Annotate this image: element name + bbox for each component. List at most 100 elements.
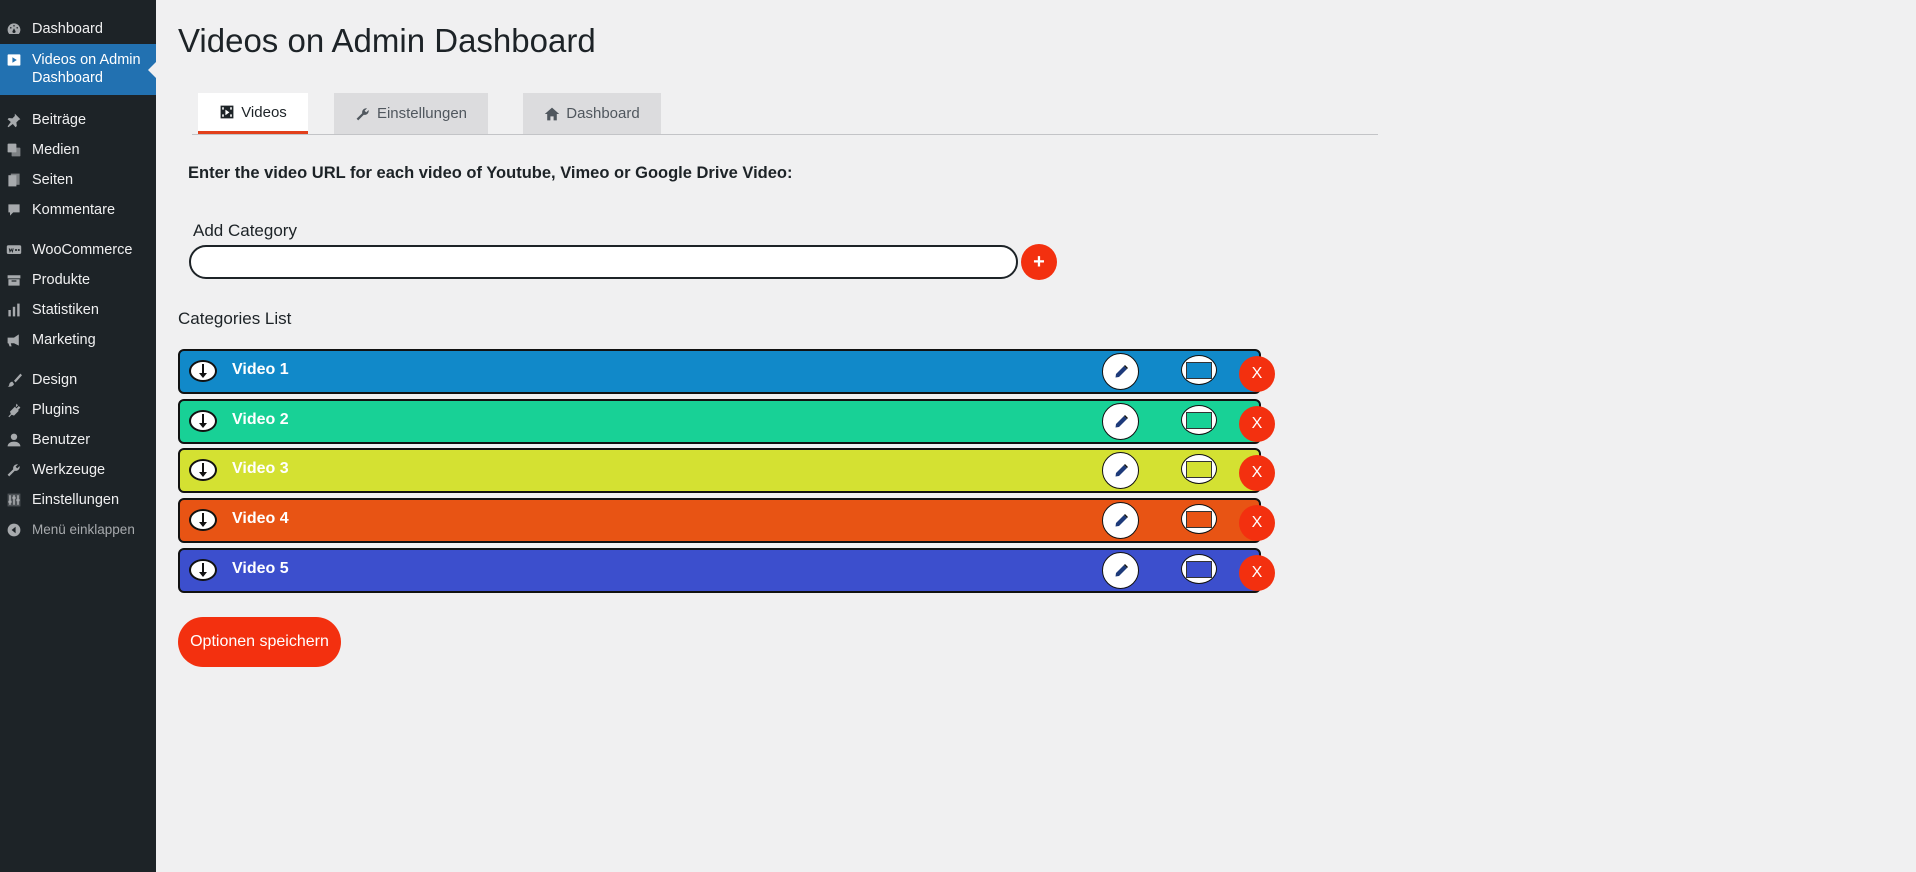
category-bar (178, 448, 1261, 493)
sidebar-item-label: Design (32, 372, 78, 388)
drag-handle-icon[interactable] (189, 509, 217, 531)
sidebar-item-label: Marketing (32, 332, 96, 348)
sidebar-item-design[interactable]: Design (0, 365, 156, 395)
delete-button[interactable]: X (1239, 406, 1275, 442)
category-name: Video 5 (232, 560, 289, 577)
sidebar-item-label: Plugins (32, 402, 80, 418)
category-name: Video 1 (232, 361, 289, 378)
category-row: Video 2 X (178, 399, 1275, 444)
admin-sidebar: Dashboard Videos on Admin Dashboard Beit… (0, 0, 156, 872)
menu-separator (0, 355, 156, 365)
tab-videos[interactable]: Videos (198, 93, 308, 134)
sidebar-item-label: Videos on Admin Dashboard (32, 52, 141, 86)
sidebar-item-label: Medien (32, 142, 80, 158)
sidebar-item-woocommerce[interactable]: WooCommerce (0, 235, 156, 265)
tab-label: Videos (241, 103, 287, 121)
tab-dashboard[interactable]: Dashboard (523, 93, 661, 134)
sidebar-item-label: Statistiken (32, 302, 99, 318)
home-icon (545, 107, 560, 120)
woocommerce-icon (4, 241, 24, 259)
color-swatch (1186, 510, 1212, 528)
drag-handle-icon[interactable] (189, 410, 217, 432)
pin-icon (4, 111, 24, 129)
color-picker-button[interactable] (1181, 504, 1217, 534)
sidebar-item-kommentare[interactable]: Kommentare (0, 195, 156, 225)
sidebar-item-beitraege[interactable]: Beiträge (0, 105, 156, 135)
collapse-icon (4, 521, 24, 539)
sidebar-item-label: Dashboard (32, 21, 103, 37)
menu-separator (0, 95, 156, 105)
drag-handle-icon[interactable] (189, 459, 217, 481)
sidebar-item-einstellungen[interactable]: Einstellungen (0, 485, 156, 515)
sidebar-item-benutzer[interactable]: Benutzer (0, 425, 156, 455)
sidebar-item-label: Kommentare (32, 202, 116, 218)
pages-icon (4, 171, 24, 189)
save-options-button[interactable]: Optionen speichern (178, 617, 341, 667)
delete-button[interactable]: X (1239, 356, 1275, 392)
delete-button[interactable]: X (1239, 505, 1275, 541)
category-bar (178, 399, 1261, 444)
edit-button[interactable] (1102, 452, 1139, 489)
sidebar-item-label: Benutzer (32, 432, 91, 448)
category-bar (178, 548, 1261, 593)
plugin-icon (4, 401, 24, 419)
sidebar-item-dashboard[interactable]: Dashboard (0, 14, 156, 44)
delete-button[interactable]: X (1239, 555, 1275, 591)
sidebar-item-marketing[interactable]: Marketing (0, 325, 156, 355)
edit-button[interactable] (1102, 403, 1139, 440)
media-icon (4, 141, 24, 159)
edit-button[interactable] (1102, 353, 1139, 390)
sidebar-item-label: Einstellungen (32, 492, 120, 508)
category-name: Video 2 (232, 411, 289, 428)
pencil-icon (1115, 563, 1128, 576)
sidebar-item-label: Produkte (32, 272, 91, 288)
sidebar-item-statistiken[interactable]: Statistiken (0, 295, 156, 325)
sidebar-item-plugins[interactable]: Plugins (0, 395, 156, 425)
tab-einstellungen[interactable]: Einstellungen (334, 93, 488, 134)
color-swatch (1186, 361, 1212, 379)
products-icon (4, 271, 24, 289)
tab-bar: Videos Einstellungen Dashboard (192, 93, 1378, 135)
color-swatch (1186, 460, 1212, 478)
sidebar-item-produkte[interactable]: Produkte (0, 265, 156, 295)
drag-handle-icon[interactable] (189, 360, 217, 382)
collapse-menu-button[interactable]: Menü einklappen (0, 515, 156, 545)
menu-separator (0, 225, 156, 235)
color-picker-button[interactable] (1181, 405, 1217, 435)
color-picker-button[interactable] (1181, 355, 1217, 385)
category-bar (178, 498, 1261, 543)
sidebar-item-werkzeuge[interactable]: Werkzeuge (0, 455, 156, 485)
dashboard-icon (4, 20, 24, 38)
category-name: Video 3 (232, 460, 289, 477)
add-category-button[interactable]: + (1021, 244, 1057, 280)
category-name: Video 4 (232, 510, 289, 527)
drag-handle-icon[interactable] (189, 559, 217, 581)
edit-button[interactable] (1102, 552, 1139, 589)
add-category-input[interactable] (189, 245, 1018, 279)
sidebar-item-videos-on-admin-dashboard[interactable]: Videos on Admin Dashboard (0, 44, 156, 95)
categories-list-title: Categories List (178, 309, 292, 328)
sidebar-item-label: Menü einklappen (32, 522, 135, 537)
sidebar-item-medien[interactable]: Medien (0, 135, 156, 165)
sidebar-item-label: WooCommerce (32, 242, 133, 258)
color-swatch (1186, 560, 1212, 578)
brush-icon (4, 371, 24, 389)
color-swatch (1186, 411, 1212, 429)
color-picker-button[interactable] (1181, 554, 1217, 584)
edit-button[interactable] (1102, 502, 1139, 539)
sidebar-item-seiten[interactable]: Seiten (0, 165, 156, 195)
tab-label: Dashboard (566, 105, 640, 122)
category-row: Video 4 X (178, 498, 1275, 543)
sidebar-item-label: Seiten (32, 172, 74, 188)
pencil-icon (1115, 463, 1128, 476)
sidebar-item-label: Werkzeuge (32, 462, 106, 478)
pencil-icon (1115, 513, 1128, 526)
color-picker-button[interactable] (1181, 454, 1217, 484)
delete-button[interactable]: X (1239, 455, 1275, 491)
category-row: Video 5 X (178, 548, 1275, 593)
add-category-label: Add Category (193, 221, 297, 240)
user-icon (4, 431, 24, 449)
page-title: Videos on Admin Dashboard (178, 22, 596, 59)
wrench-icon (4, 461, 24, 479)
comment-icon (4, 201, 24, 219)
